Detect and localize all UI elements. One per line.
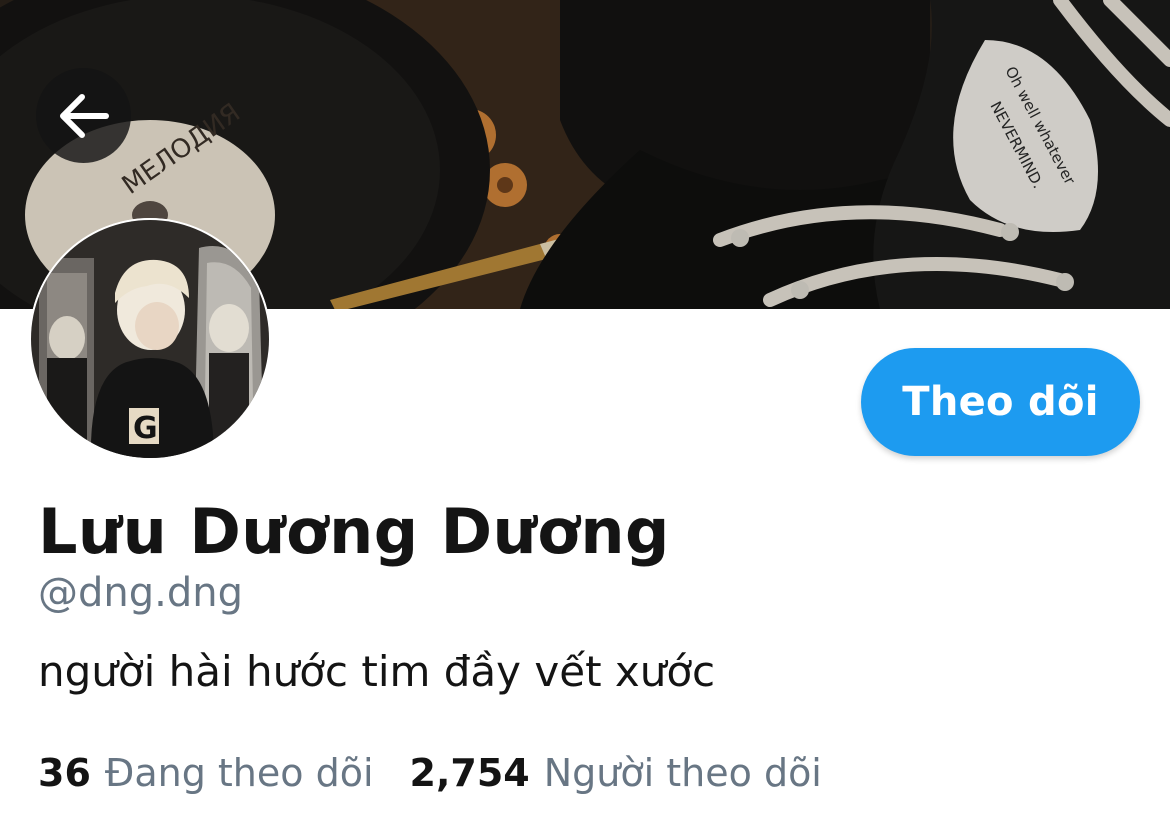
shirt-letter: G <box>133 411 158 446</box>
followers-stat[interactable]: 2,754 Người theo dõi <box>410 748 822 798</box>
avatar-image: G <box>29 218 271 460</box>
followers-count: 2,754 <box>409 751 530 795</box>
back-button[interactable] <box>36 68 131 163</box>
avatar[interactable]: G <box>29 218 271 460</box>
display-name: Lưu Dương Dương <box>38 495 670 568</box>
follow-button[interactable]: Theo dõi <box>861 348 1140 456</box>
user-handle: @dng.dng <box>38 570 243 616</box>
followers-label: Người theo dõi <box>543 751 822 795</box>
profile-stats: 36 Đang theo dõi 2,754 Người theo dõi <box>38 748 822 798</box>
profile-page: МЕЛОДИЯ Oh well whatever NEVERMIND. G Th… <box>0 0 1170 827</box>
arrow-left-icon <box>59 93 109 138</box>
profile-bio: người hài hước tim đầy vết xước <box>38 647 716 696</box>
following-label: Đang theo dõi <box>104 751 374 795</box>
following-count: 36 <box>38 751 91 795</box>
following-stat[interactable]: 36 Đang theo dõi <box>38 748 374 798</box>
